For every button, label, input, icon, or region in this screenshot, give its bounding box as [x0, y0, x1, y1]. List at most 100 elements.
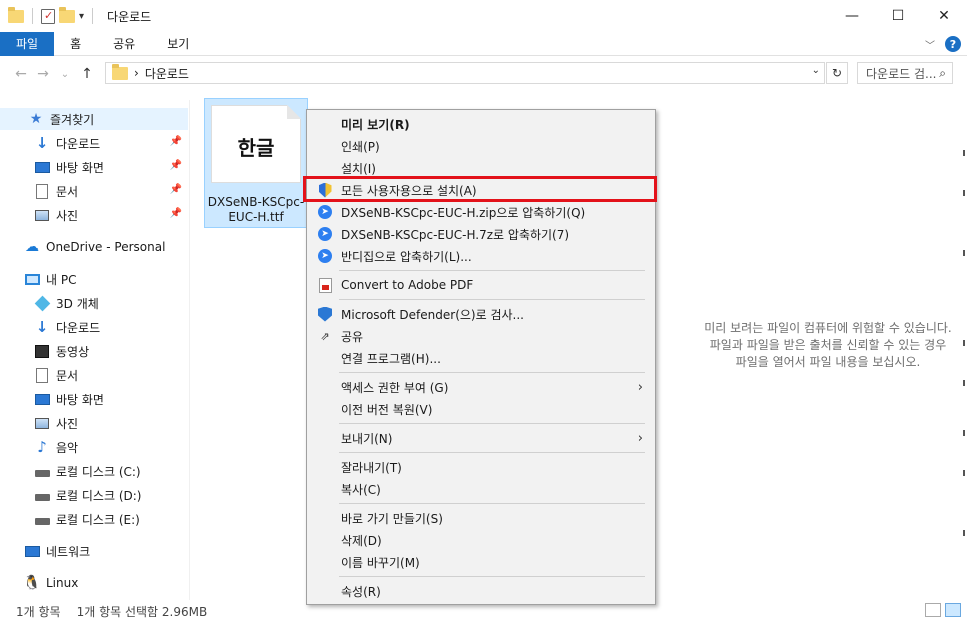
nav-item-downloads-pinned[interactable]: ↓ 다운로드 📌: [0, 132, 188, 154]
menu-item-create-shortcut[interactable]: 바로 가기 만들기(S): [309, 507, 653, 529]
menu-label: 연결 프로그램(H)...: [341, 351, 441, 366]
nav-item-videos[interactable]: 동영상: [0, 340, 188, 362]
menu-item-delete[interactable]: 삭제(D): [309, 529, 653, 551]
menu-item-restore-versions[interactable]: 이전 버전 복원(V): [309, 398, 653, 420]
minimize-button[interactable]: —: [829, 0, 875, 32]
nav-label: 바탕 화면: [56, 160, 104, 175]
pdf-icon: [318, 277, 332, 293]
menu-item-compress-7z[interactable]: ➤ DXSeNB-KSCpc-EUC-H.7z로 압축하기(7): [309, 223, 653, 245]
nav-label: 다운로드: [56, 320, 101, 335]
tab-file[interactable]: 파일: [0, 31, 55, 56]
maximize-button[interactable]: ☐: [875, 0, 921, 32]
nav-item-music[interactable]: ♪ 음악: [0, 436, 188, 458]
menu-item-share[interactable]: ⇗ 공유: [309, 325, 653, 347]
menu-label: 속성(R): [341, 584, 381, 599]
scroll-mark: [963, 530, 965, 536]
menu-item-bandizip[interactable]: ➤ 반디집으로 압축하기(L)...: [309, 245, 653, 267]
address-history-chevron-icon[interactable]: ⌄: [812, 65, 820, 76]
nav-item-pictures-pinned[interactable]: 사진 📌: [0, 204, 188, 226]
nav-item-desktop[interactable]: 바탕 화면: [0, 388, 188, 410]
nav-item-documents[interactable]: 문서: [0, 364, 188, 386]
pictures-icon: [35, 417, 49, 429]
recent-locations-chevron-icon[interactable]: ⌄: [54, 69, 76, 80]
menu-separator: [339, 372, 645, 373]
nav-item-desktop-pinned[interactable]: 바탕 화면 📌: [0, 156, 188, 178]
search-input[interactable]: 다운로드 검... ⌕: [857, 62, 953, 84]
breadcrumb[interactable]: 다운로드: [145, 65, 189, 82]
pin-icon[interactable]: 📌: [170, 160, 182, 171]
menu-item-preview[interactable]: 미리 보기(R): [309, 113, 653, 135]
menu-separator: [339, 299, 645, 300]
scroll-mark: [963, 250, 965, 256]
menu-item-give-access[interactable]: 액세스 권한 부여 (G) ›: [309, 376, 653, 398]
menu-separator: [339, 576, 645, 577]
pin-icon[interactable]: 📌: [170, 184, 182, 195]
tab-home[interactable]: 홈: [54, 32, 97, 56]
nav-item-onedrive[interactable]: ☁ OneDrive - Personal: [0, 236, 188, 258]
nav-item-quick-access[interactable]: ★ 즐겨찾기: [0, 108, 188, 130]
menu-label: 잘라내기(T): [341, 460, 402, 475]
refresh-icon[interactable]: ↻: [826, 62, 848, 84]
ribbon-tabs: 파일 홈 공유 보기 ﹀ ?: [0, 31, 967, 56]
nav-item-documents-pinned[interactable]: 문서 📌: [0, 180, 188, 202]
computer-icon: [24, 273, 40, 285]
large-icons-view-icon[interactable]: [945, 603, 961, 617]
up-arrow-icon[interactable]: ↑: [76, 66, 98, 82]
menu-separator: [339, 423, 645, 424]
penguin-icon: 🐧: [23, 575, 41, 591]
menu-item-properties[interactable]: 속성(R): [309, 580, 653, 602]
highlight-box: [303, 176, 657, 202]
back-arrow-icon[interactable]: ←: [10, 66, 32, 82]
nav-item-pictures[interactable]: 사진: [0, 412, 188, 434]
menu-item-open-with[interactable]: 연결 프로그램(H)...: [309, 347, 653, 369]
customize-toolbar-chevron-icon[interactable]: ▾: [79, 11, 84, 22]
selection-info: 1개 항목 선택함 2.96MB: [76, 604, 208, 619]
nav-label: 로컬 디스크 (C:): [56, 464, 141, 479]
help-icon[interactable]: ?: [945, 36, 961, 52]
nav-item-linux[interactable]: 🐧 Linux: [0, 572, 188, 594]
menu-label: 인쇄(P): [341, 139, 380, 154]
forward-arrow-icon[interactable]: →: [32, 66, 54, 82]
details-view-icon[interactable]: [925, 603, 941, 617]
film-icon: [35, 344, 49, 358]
address-bar[interactable]: › 다운로드 ⌄: [105, 62, 825, 84]
pin-icon[interactable]: 📌: [170, 208, 182, 219]
menu-label: 반디집으로 압축하기(L)...: [341, 249, 472, 264]
divider: [92, 8, 94, 24]
nav-item-3d-objects[interactable]: 3D 개체: [0, 292, 188, 314]
menu-item-send-to[interactable]: 보내기(N) ›: [309, 427, 653, 449]
scroll-mark: [963, 430, 965, 436]
nav-item-drive-c[interactable]: 로컬 디스크 (C:): [0, 460, 188, 482]
nav-label: 바탕 화면: [56, 392, 104, 407]
menu-item-copy[interactable]: 복사(C): [309, 478, 653, 500]
music-note-icon: ♪: [37, 438, 47, 456]
menu-item-defender-scan[interactable]: Microsoft Defender(으)로 검사...: [309, 303, 653, 325]
properties-icon[interactable]: [41, 8, 55, 24]
tab-share[interactable]: 공유: [97, 32, 151, 56]
nav-item-network[interactable]: 네트워크: [0, 540, 188, 562]
divider: [32, 8, 33, 24]
file-name: DXSeNB-KSCpc- EUC-H.ttf: [205, 195, 307, 225]
menu-item-compress-zip[interactable]: ➤ DXSeNB-KSCpc-EUC-H.zip으로 압축하기(Q): [309, 201, 653, 223]
menu-label: 보내기(N): [341, 431, 393, 446]
search-icon: ⌕: [939, 66, 946, 80]
folder-icon: [112, 63, 128, 80]
tab-view[interactable]: 보기: [151, 32, 205, 56]
scroll-mark: [963, 470, 965, 476]
new-folder-icon[interactable]: [59, 6, 75, 23]
nav-item-this-pc[interactable]: 내 PC: [0, 268, 188, 290]
menu-item-cut[interactable]: 잘라내기(T): [309, 456, 653, 478]
pin-icon[interactable]: 📌: [170, 136, 182, 147]
expand-ribbon-chevron-icon[interactable]: ﹀: [925, 37, 935, 52]
menu-label: Microsoft Defender(으)로 검사...: [341, 307, 524, 322]
menu-item-rename[interactable]: 이름 바꾸기(M): [309, 551, 653, 573]
menu-item-print[interactable]: 인쇄(P): [309, 135, 653, 157]
menu-label: 삭제(D): [341, 533, 382, 548]
menu-item-convert-pdf[interactable]: Convert to Adobe PDF: [309, 274, 653, 296]
menu-label: DXSeNB-KSCpc-EUC-H.zip으로 압축하기(Q): [341, 205, 586, 220]
nav-item-downloads[interactable]: ↓ 다운로드: [0, 316, 188, 338]
nav-item-drive-e[interactable]: 로컬 디스크 (E:): [0, 508, 188, 530]
nav-item-drive-d[interactable]: 로컬 디스크 (D:): [0, 484, 188, 506]
file-item[interactable]: 한글 DXSeNB-KSCpc- EUC-H.ttf: [204, 98, 308, 228]
close-button[interactable]: ✕: [921, 0, 967, 32]
